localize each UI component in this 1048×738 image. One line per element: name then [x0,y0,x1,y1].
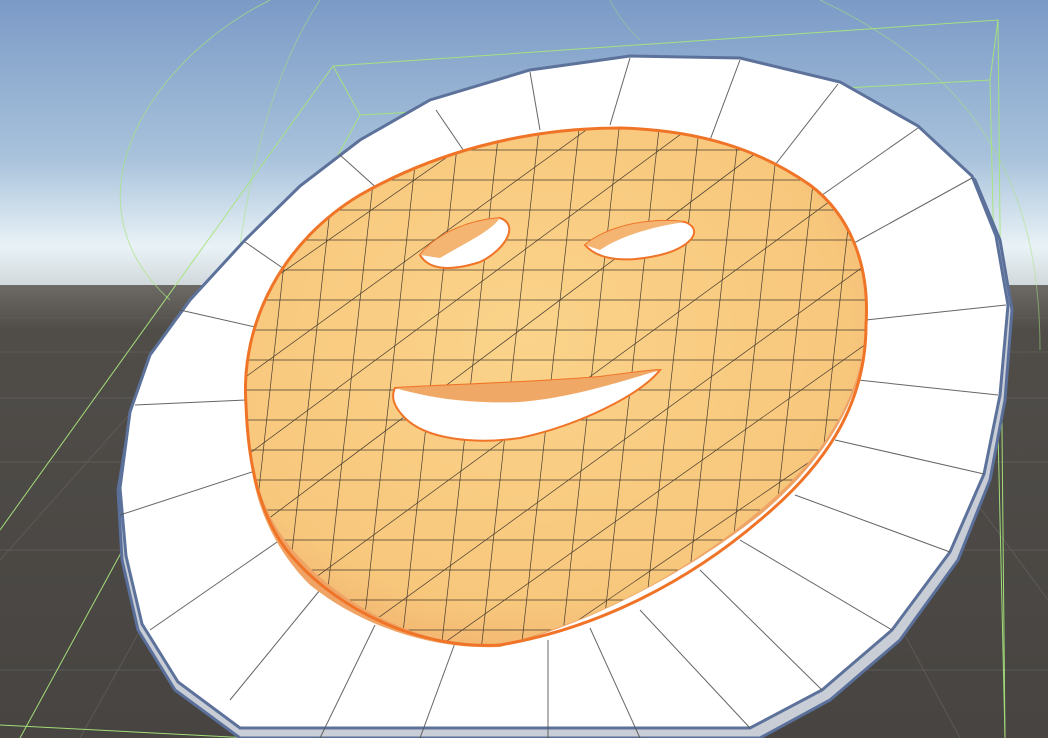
scene-canvas[interactable] [0,0,1048,738]
scene-viewport[interactable] [0,0,1048,738]
